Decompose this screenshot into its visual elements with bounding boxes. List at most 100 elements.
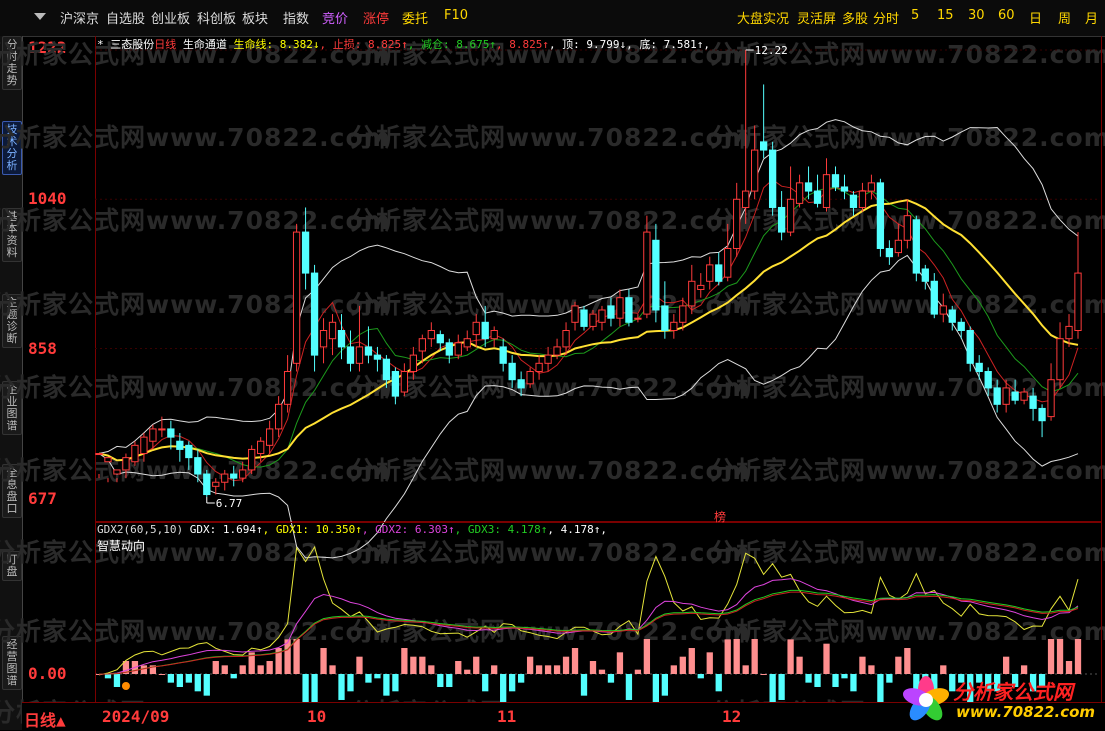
candle-body [418, 338, 426, 352]
candle-body [266, 428, 274, 446]
logo-title: 分析家公式网 [953, 680, 1073, 704]
candle-body [876, 182, 885, 249]
candle-body [939, 305, 947, 315]
legend-item: 三态股份 [103, 38, 155, 51]
candle-body [1038, 407, 1046, 422]
candle-body [319, 330, 328, 348]
candle-body [831, 174, 840, 188]
legend-item: , [600, 523, 607, 536]
candle-body [840, 186, 849, 192]
candle-body [1011, 391, 1019, 401]
candle-body [625, 297, 633, 323]
candle-body [616, 297, 624, 319]
candle-body [975, 362, 983, 373]
period-button[interactable]: 日线▲ [24, 707, 66, 731]
candle-body [1065, 325, 1073, 340]
legend-item: , 减仓: 8.675↑ [407, 38, 496, 51]
legend-item: , 底: 7.581↑ [626, 38, 704, 51]
candle-body [248, 448, 256, 471]
candle-body [652, 239, 660, 311]
candle-body [310, 272, 319, 356]
legend-item: , GDX3: 4.178↑ [454, 523, 548, 536]
candle-body [643, 231, 651, 315]
candle-body [436, 334, 444, 344]
candle-body [930, 280, 938, 315]
legend-item: , [703, 38, 711, 51]
candle-body [966, 330, 974, 364]
candle-body [355, 346, 364, 364]
candle-body [867, 182, 876, 192]
candle-body [580, 309, 588, 327]
legend-item: GDX: 1.694↑ [183, 523, 263, 536]
main-legend: * 三态股份日线 生命通道 生命线: 8.382↓, 止损: 8.825↑, 减… [97, 36, 710, 52]
candle-body [634, 317, 642, 320]
candle-body [140, 436, 148, 455]
candle-body [1029, 395, 1037, 409]
candle-body [257, 440, 265, 455]
bang-label: 榜 [714, 510, 727, 524]
candle-body [131, 444, 139, 463]
legend-item: , GDX2: 6.303↑ [361, 523, 455, 536]
candle-body [1056, 338, 1064, 381]
candle-body [885, 247, 894, 258]
candle-body [490, 330, 498, 340]
candle-body [400, 371, 409, 393]
candle-body [1047, 379, 1055, 418]
candle-body [688, 280, 696, 307]
month-label: 12 [722, 707, 742, 726]
legend-item: 日线 [154, 38, 177, 51]
candle-body [804, 182, 813, 192]
legend-item: 生命线: 8.382↓ [226, 38, 320, 51]
candle-body [292, 231, 301, 364]
candle-body [795, 182, 804, 204]
candle-body [589, 313, 597, 327]
candle-body [1074, 272, 1082, 332]
candle-body [813, 190, 822, 204]
legend-item: GDX2(60,5,10) [97, 523, 184, 536]
candle-body [526, 371, 534, 385]
candle-body [508, 362, 516, 381]
candle-body [858, 190, 867, 208]
candle-body [715, 264, 723, 282]
legend-item: , GDX1: 10.350↑ [262, 523, 362, 536]
candle-body [679, 305, 687, 323]
legend-item: , 8.825↑ [495, 38, 549, 51]
candle-body [553, 346, 561, 356]
candle-body [786, 198, 795, 233]
candle-body [751, 149, 759, 192]
candle-body [158, 428, 166, 431]
candle-body [409, 354, 418, 373]
candle-body [221, 473, 229, 483]
candle-body [724, 247, 732, 278]
candle-body [849, 194, 858, 208]
legend-item: 生命通道 [176, 38, 227, 51]
candle-body [445, 342, 453, 356]
candle-body [230, 473, 238, 479]
month-label: 11 [497, 707, 517, 726]
candle-body [544, 354, 552, 364]
candle-body [948, 309, 956, 323]
site-logo: 分析家公式网 www.70822.com [898, 672, 1098, 728]
candle-body [185, 444, 193, 459]
candle-body [742, 190, 750, 208]
candle-body [535, 362, 543, 373]
candle-body [894, 239, 903, 254]
candle-body [733, 198, 741, 249]
candle-body [463, 338, 471, 348]
candle-body [768, 149, 777, 208]
candle-body [113, 469, 121, 475]
candle-body [777, 206, 786, 233]
candle-body [239, 469, 247, 479]
indicator-legend: GDX2(60,5,10) GDX: 1.694↑, GDX1: 10.350↑… [97, 523, 607, 536]
candle-body [337, 330, 346, 348]
candle-body [364, 346, 373, 356]
legend-item: * [97, 38, 104, 51]
flower-logo-icon [902, 676, 950, 721]
stop-loss-line [98, 178, 1079, 482]
candle-body [122, 457, 130, 471]
candle-body [697, 284, 705, 290]
candle-body [274, 403, 283, 430]
low-label: 6.77 [216, 497, 243, 510]
high-label: 12.22 [755, 44, 788, 57]
candle-body [194, 457, 202, 475]
